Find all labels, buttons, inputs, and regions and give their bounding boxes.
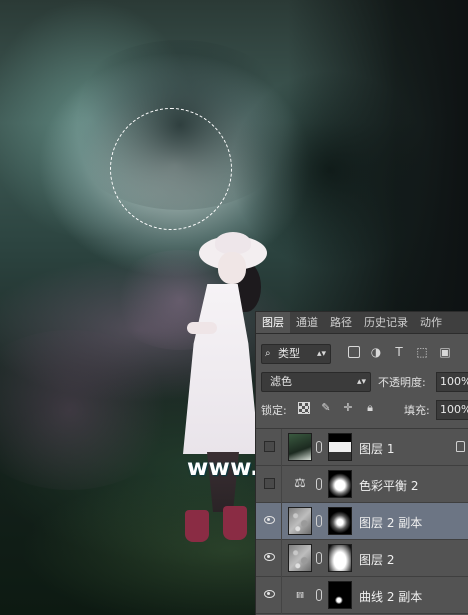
right-boot (223, 506, 247, 540)
visibility-toggle[interactable] (256, 540, 282, 577)
layer-row-selected[interactable]: 图层 2 副本 (256, 503, 468, 540)
left-boot (185, 510, 209, 542)
filter-kind-label: 类型 (278, 347, 300, 360)
eye-icon (264, 590, 275, 598)
filter-kind-select[interactable]: ⌕ 类型 ▴▾ (261, 344, 331, 364)
layer-row[interactable]: ⚖︎ 色彩平衡 2 (256, 466, 468, 503)
filter-icons: ◑ T ⬚ ▣ (348, 345, 452, 359)
layer-thumbnail (288, 433, 312, 461)
visibility-toggle[interactable] (256, 429, 282, 466)
lock-icon (456, 441, 465, 452)
opacity-input[interactable]: 100% (436, 372, 468, 392)
layer-mask-thumbnail[interactable] (328, 544, 352, 572)
visibility-toggle[interactable] (256, 466, 282, 503)
chevron-updown-icon: ▴▾ (356, 377, 366, 387)
foliage-shadow (0, 330, 180, 490)
blend-mode-value: 滤色 (270, 375, 292, 388)
lock-icons: ✎ ✛ 🔒︎ (298, 402, 376, 414)
eye-icon (264, 516, 275, 524)
filter-row: ⌕ 类型 ▴▾ ◑ T ⬚ ▣ (256, 342, 468, 366)
adjustment-filter-icon[interactable]: ◑ (369, 345, 383, 359)
layer-thumbnail (288, 544, 312, 572)
tab-history[interactable]: 历史记录 (358, 312, 414, 333)
lock-all-icon[interactable]: 🔒︎ (364, 402, 376, 414)
tab-paths[interactable]: 路径 (324, 312, 358, 333)
lock-transparent-icon[interactable] (298, 402, 310, 414)
layer-name: 曲线 2 副本 (359, 590, 423, 604)
tab-channels[interactable]: 通道 (290, 312, 324, 333)
tab-layers[interactable]: 图层 (256, 312, 290, 333)
opacity-label: 不透明度: (378, 376, 426, 389)
tab-actions[interactable]: 动作 (414, 312, 448, 333)
image-filter-icon[interactable] (348, 346, 360, 358)
layer-mask-thumbnail[interactable] (328, 470, 352, 498)
layer-mask-thumbnail[interactable] (328, 581, 352, 609)
layer-thumbnail (288, 507, 312, 535)
visibility-toggle[interactable] (256, 577, 282, 614)
shape-filter-icon[interactable]: ⬚ (415, 345, 429, 359)
type-filter-icon[interactable]: T (392, 345, 406, 359)
curves-icon: ⩎ (296, 587, 304, 602)
blend-mode-select[interactable]: 滤色 ▴▾ (261, 372, 371, 392)
visibility-off-box (264, 478, 275, 489)
layer-row[interactable]: 图层 1 (256, 429, 468, 466)
lock-label: 锁定: (261, 404, 287, 417)
chain-link-icon[interactable] (316, 478, 322, 490)
lock-row: 锁定: ✎ ✛ 🔒︎ 填充: 100% (256, 398, 468, 422)
hat-crown (215, 232, 251, 254)
eye-icon (264, 553, 275, 561)
fill-input[interactable]: 100% (436, 400, 468, 420)
layers-panel: 图层 通道 路径 历史记录 动作 ⌕ 类型 ▴▾ ◑ T ⬚ ▣ 滤色 ▴▾ 不… (255, 311, 468, 615)
color-balance-icon: ⚖︎ (294, 476, 306, 491)
chain-link-icon[interactable] (316, 552, 322, 564)
search-icon: ⌕ (265, 348, 271, 359)
panel-tab-bar: 图层 通道 路径 历史记录 动作 (256, 312, 468, 334)
chain-link-icon[interactable] (316, 589, 322, 601)
elliptical-selection-marquee[interactable] (110, 108, 232, 230)
layer-name: 图层 1 (359, 442, 395, 456)
arm (187, 322, 217, 334)
fill-label: 填充: (404, 404, 430, 417)
face (218, 252, 246, 284)
layer-mask-thumbnail[interactable] (328, 507, 352, 535)
lock-position-move-icon[interactable]: ✛ (342, 402, 354, 414)
chevron-updown-icon: ▴▾ (316, 349, 326, 359)
layer-row[interactable]: ⩎ 曲线 2 副本 (256, 577, 468, 614)
layer-name: 色彩平衡 2 (359, 479, 419, 493)
visibility-toggle[interactable] (256, 503, 282, 540)
chain-link-icon[interactable] (316, 515, 322, 527)
layer-mask-thumbnail[interactable] (328, 433, 352, 461)
chain-link-icon[interactable] (316, 441, 322, 453)
layer-name: 图层 2 副本 (359, 516, 423, 530)
layer-name: 图层 2 (359, 553, 395, 567)
layer-row[interactable]: 图层 2 (256, 540, 468, 577)
layer-list: 图层 1 ⚖︎ 色彩平衡 2 图层 2 副本 图层 2 ⩎ 曲线 2 副本 (256, 428, 468, 615)
visibility-off-box (264, 441, 275, 452)
lock-pixels-brush-icon[interactable]: ✎ (320, 402, 332, 414)
smart-object-filter-icon[interactable]: ▣ (438, 345, 452, 359)
dark-corner (288, 0, 468, 320)
blend-row: 滤色 ▴▾ 不透明度: 100% (256, 370, 468, 394)
